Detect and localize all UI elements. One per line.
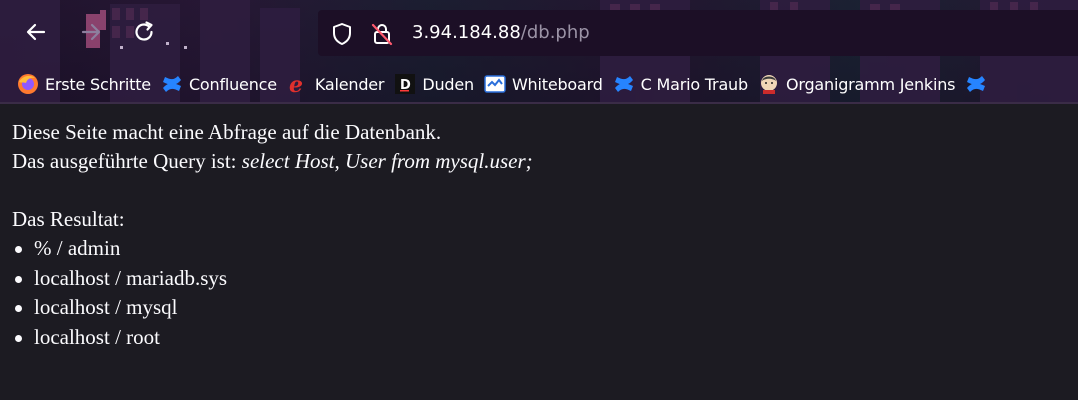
bookmark-duden[interactable]: D Duden	[394, 68, 474, 100]
bookmark-confluence[interactable]: Confluence	[161, 68, 277, 100]
reload-icon	[135, 21, 153, 41]
connection-info-button[interactable]	[370, 22, 394, 46]
bookmark-organigramm-jenkins[interactable]: Organigramm Jenkins	[758, 68, 955, 100]
url-text[interactable]: 3.94.184.88/db.php	[412, 20, 590, 46]
confluence-icon	[161, 73, 183, 95]
reload-button[interactable]	[129, 17, 159, 47]
confluence-icon	[965, 73, 987, 95]
bookmark-kalender[interactable]: e Kalender	[287, 68, 385, 100]
bookmark-label: Confluence	[188, 74, 277, 94]
bookmark-whiteboard[interactable]: Whiteboard	[484, 68, 603, 100]
forward-button[interactable]	[76, 17, 106, 47]
query-label: Das ausgeführte Query ist:	[12, 149, 242, 173]
list-item: % / admin	[15, 234, 1078, 264]
whiteboard-icon	[484, 73, 506, 95]
insecure-lock-icon	[371, 23, 393, 46]
confluence-icon	[613, 73, 635, 95]
arrow-right-icon	[81, 23, 101, 41]
bookmark-c-mario-traub[interactable]: C Mario Traub	[613, 68, 748, 100]
browser-chrome: 3.94.184.88/db.php Erste Schritte Conflu…	[0, 0, 1078, 104]
bookmark-label: Kalender	[314, 74, 385, 94]
arrow-left-icon	[26, 23, 46, 41]
result-heading: Das Resultat:	[12, 207, 125, 231]
tracking-protection-button[interactable]	[330, 22, 354, 46]
query-text: select Host, User from mysql.user;	[241, 149, 533, 173]
bookmark-erste-schritte[interactable]: Erste Schritte	[17, 68, 151, 100]
bookmark-label: Whiteboard	[511, 74, 603, 94]
firefox-icon	[17, 73, 39, 95]
url-bar[interactable]: 3.94.184.88/db.php	[318, 10, 1078, 56]
back-button[interactable]	[21, 17, 51, 47]
bookmark-label: Organigramm Jenkins	[785, 74, 956, 94]
list-item: localhost / root	[15, 323, 1078, 353]
url-host: 3.94.184.88	[412, 22, 521, 43]
bookmark-label: Erste Schritte	[45, 74, 151, 94]
bookmarks-toolbar: Erste Schritte Confluence e Kalender D D…	[0, 66, 1078, 102]
url-path: /db.php	[520, 22, 590, 43]
bookmark-confluence-overflow[interactable]	[965, 68, 993, 100]
list-item: localhost / mysql	[15, 293, 1078, 323]
list-item: localhost / mariadb.sys	[15, 264, 1078, 294]
kalender-icon: e	[287, 73, 309, 95]
jenkins-icon	[758, 73, 780, 95]
intro-text: Diese Seite macht eine Abfrage auf die D…	[12, 120, 442, 144]
bookmark-label: Duden	[422, 74, 474, 94]
svg-text:e: e	[289, 73, 303, 95]
bookmark-label: C Mario Traub	[640, 74, 748, 94]
shield-icon	[333, 23, 351, 45]
toolbar: 3.94.184.88/db.php	[0, 0, 1078, 66]
page-content: Diese Seite macht eine Abfrage auf die D…	[0, 104, 1078, 400]
result-list: % / admin localhost / mariadb.sys localh…	[12, 234, 1078, 352]
duden-icon: D	[394, 73, 416, 95]
query-line: Das ausgeführte Query ist: select Host, …	[12, 147, 1078, 176]
